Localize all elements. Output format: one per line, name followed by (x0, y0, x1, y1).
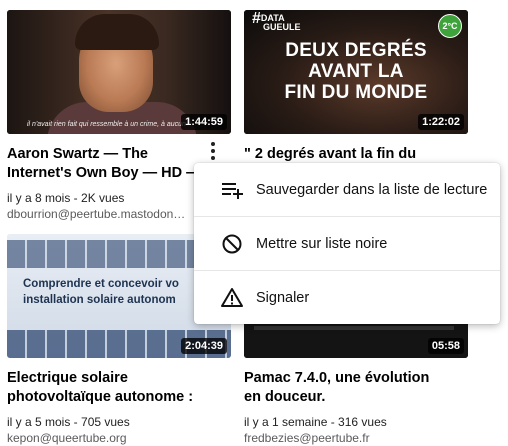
video-duration: 2:04:39 (181, 338, 227, 354)
video-meta: il y a 1 semaine - 316 vues (244, 415, 387, 429)
thumbnail-headline: DEUX DEGRÉS AVANT LA FIN DU MONDE (284, 40, 428, 103)
menu-item-label: Mettre sur liste noire (256, 235, 388, 252)
video-card: #DATA GUEULE 2°C DEUX DEGRÉS AVANT LA FI… (244, 10, 468, 183)
menu-item-save-playlist[interactable]: Sauvegarder dans la liste de lecture (194, 163, 500, 217)
menu-item-blacklist[interactable]: Mettre sur liste noire (194, 217, 500, 271)
temperature-badge: 2°C (438, 14, 462, 38)
video-account[interactable]: dbourrion@peertube.mastodon… (7, 206, 197, 222)
video-account[interactable]: fredbezies@peertube.fr (244, 430, 434, 446)
thumbnail-hair (75, 14, 159, 50)
video-meta: il y a 5 mois - 705 vues (7, 415, 130, 429)
dot-icon (211, 149, 215, 153)
video-thumbnail[interactable]: #DATA GUEULE 2°C DEUX DEGRÉS AVANT LA FI… (244, 10, 468, 134)
video-title[interactable]: Electrique solaire photovoltaïque autono… (7, 369, 207, 407)
video-account[interactable]: kepon@queertube.org (7, 430, 197, 446)
video-thumbnail[interactable]: il n'avait rien fait qui ressemble à un … (7, 10, 231, 134)
video-duration: 05:58 (427, 338, 464, 354)
dot-icon (211, 156, 215, 160)
blacklist-icon (222, 234, 242, 254)
playlist-add-icon (222, 183, 243, 199)
more-options-button[interactable] (204, 141, 222, 161)
menu-item-label: Sauvegarder dans la liste de lecture (256, 181, 488, 198)
menu-item-label: Signaler (256, 289, 310, 306)
report-icon (221, 288, 243, 307)
menu-item-report[interactable]: Signaler (194, 271, 500, 324)
video-duration: 1:22:02 (418, 114, 464, 130)
video-duration: 1:44:59 (181, 114, 227, 130)
video-title[interactable]: Pamac 7.4.0, une évolution en douceur. (244, 369, 444, 407)
video-title[interactable]: Aaron Swartz — The Internet's Own Boy — … (7, 145, 207, 183)
thumbnail-subtitle: il n'avait rien fait qui ressemble à un … (27, 121, 186, 128)
video-options-menu: Sauvegarder dans la liste de lecture Met… (194, 163, 500, 324)
thumbnail-progress-bar (254, 326, 454, 330)
datagueule-logo: #DATA GUEULE (252, 10, 301, 32)
dot-icon (211, 142, 215, 146)
